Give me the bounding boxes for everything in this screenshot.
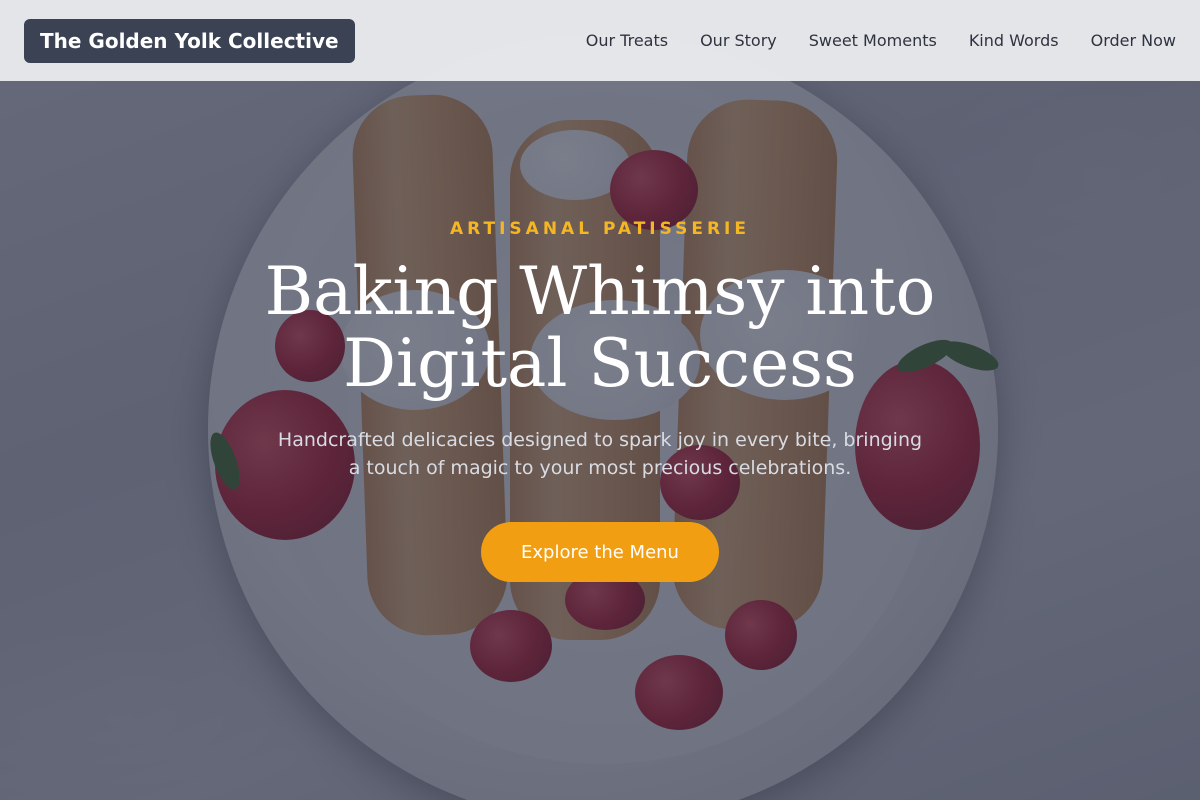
nav-link-kind-words[interactable]: Kind Words xyxy=(969,31,1059,50)
landing-page: The Golden Yolk Collective Our Treats Ou… xyxy=(0,0,1200,800)
site-header: The Golden Yolk Collective Our Treats Ou… xyxy=(0,0,1200,81)
nav-link-order-now[interactable]: Order Now xyxy=(1091,31,1176,50)
hero-subtext: Handcrafted delicacies designed to spark… xyxy=(277,429,923,479)
nav-link-our-treats[interactable]: Our Treats xyxy=(586,31,668,50)
hero-eyebrow: ARTISANAL PATISSERIE xyxy=(450,219,750,239)
main-nav: Our Treats Our Story Sweet Moments Kind … xyxy=(586,31,1176,50)
nav-link-our-story[interactable]: Our Story xyxy=(700,31,777,50)
brand-logo[interactable]: The Golden Yolk Collective xyxy=(24,18,355,63)
explore-menu-button[interactable]: Explore the Menu xyxy=(481,522,719,582)
hero-section: ARTISANAL PATISSERIE Baking Whimsy into … xyxy=(0,0,1200,800)
nav-link-sweet-moments[interactable]: Sweet Moments xyxy=(809,31,937,50)
hero-headline: Baking Whimsy into Digital Success xyxy=(264,253,936,402)
